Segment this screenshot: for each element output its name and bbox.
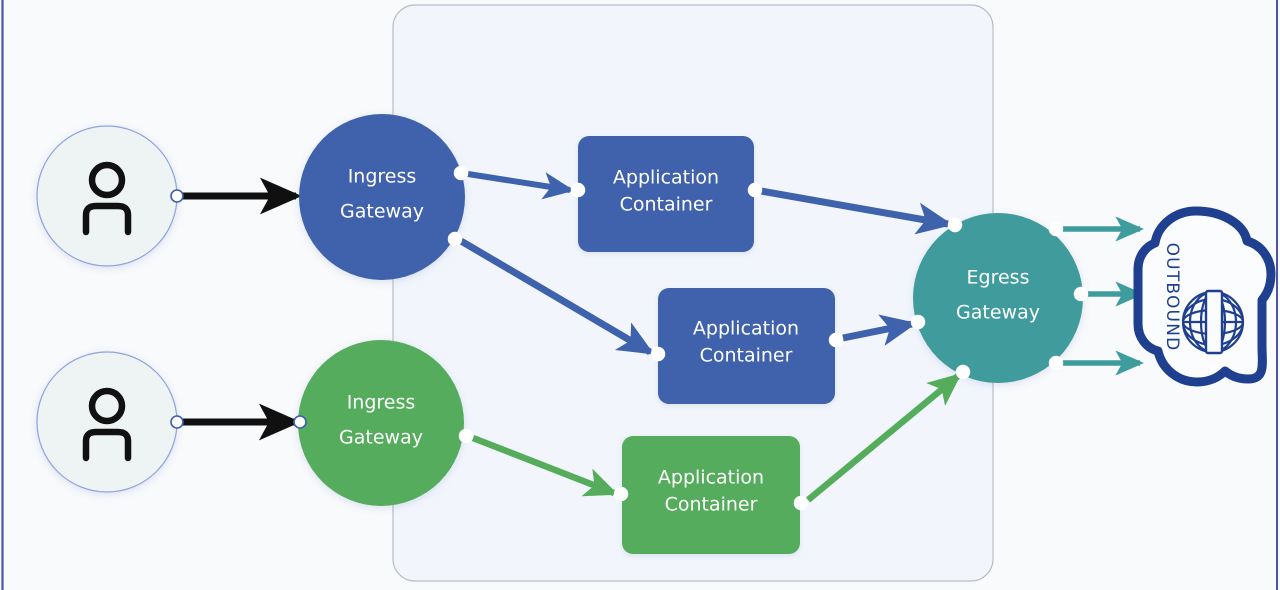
port-app2-out[interactable] (828, 332, 844, 348)
port-ingress-green-out[interactable] (458, 428, 474, 444)
node-label-line1: Ingress (347, 392, 416, 414)
node-app-container-2[interactable]: Application Container (658, 288, 835, 404)
node-label-line2: Gateway (340, 201, 424, 223)
port-ingress-green-in[interactable] (293, 415, 307, 429)
diagram-canvas: Ingress Gateway Ingress Gateway Egress G… (0, 0, 1280, 590)
port-app1-out[interactable] (747, 182, 763, 198)
outbound-cloud[interactable]: OUTBOUND (1133, 206, 1276, 387)
node-label-line2: Gateway (339, 427, 423, 449)
port-ingress-blue-out2[interactable] (447, 231, 463, 247)
user-node-bottom[interactable] (36, 351, 178, 493)
port-app3-out[interactable] (793, 495, 809, 511)
node-label-line1: Ingress (348, 166, 417, 188)
port-app1-in[interactable] (570, 182, 586, 198)
node-app-container-3[interactable]: Application Container (622, 436, 800, 554)
node-label-line2: Container (665, 494, 758, 516)
port-egress-in3[interactable] (955, 364, 971, 380)
globe-icon (1181, 289, 1245, 355)
port-egress-in2[interactable] (910, 314, 926, 330)
port-user-top-out[interactable] (170, 189, 184, 203)
cloud-label: OUTBOUND (1162, 243, 1182, 352)
node-label-line1: Application (693, 318, 799, 340)
node-shape (298, 340, 464, 506)
node-label-line2: Gateway (956, 302, 1040, 324)
node-app-container-1[interactable]: Application Container (578, 136, 754, 252)
user-node-top[interactable] (36, 125, 178, 267)
port-user-bottom-out[interactable] (170, 415, 184, 429)
node-ingress-gateway-blue[interactable]: Ingress Gateway (299, 114, 465, 280)
port-app3-in[interactable] (613, 486, 629, 502)
port-egress-in1[interactable] (947, 217, 963, 233)
port-app2-in[interactable] (650, 346, 666, 362)
node-label-line1: Egress (967, 267, 1030, 289)
port-egress-out2[interactable] (1073, 286, 1089, 302)
port-egress-out3[interactable] (1048, 355, 1064, 371)
node-label-line2: Container (620, 194, 713, 216)
port-ingress-blue-out1[interactable] (453, 165, 469, 181)
node-ingress-gateway-green[interactable]: Ingress Gateway (298, 340, 464, 506)
cloud-shape (1133, 206, 1276, 387)
node-label-line2: Container (700, 345, 793, 367)
diagram-svg: Ingress Gateway Ingress Gateway Egress G… (1, 0, 1278, 590)
port-egress-out1[interactable] (1048, 221, 1064, 237)
node-label-line1: Application (658, 467, 764, 489)
node-shape (299, 114, 465, 280)
node-label-line1: Application (613, 167, 719, 189)
